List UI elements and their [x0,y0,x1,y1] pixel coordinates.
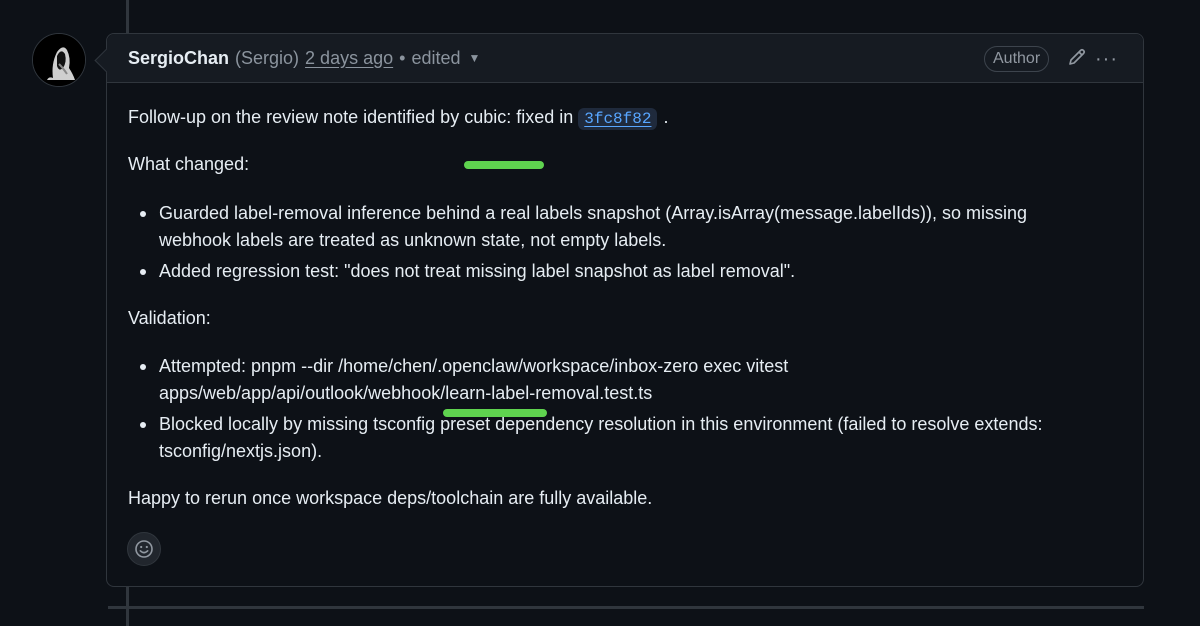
separator-dot: • [399,47,406,68]
list-item: Attempted: pnpm --dir /home/chen/.opencl… [128,353,1042,380]
list-item-continuation: webhook labels are treated as unknown st… [128,227,1027,254]
changes-list: Guarded label-removal inference behind a… [128,200,1027,285]
list-item: Guarded label-removal inference behind a… [128,200,1027,227]
what-changed-heading: What changed: [128,154,250,174]
avatar[interactable] [32,33,86,87]
list-item-text: webhook labels are treated as unknown st… [159,230,667,250]
edited-dropdown[interactable]: edited [411,48,460,69]
highlight-underline-mark [464,161,544,169]
validation-list: Attempted: pnpm --dir /home/chen/.opencl… [128,353,1042,465]
commit-link[interactable]: 3fc8f82 [578,108,658,130]
list-item-text: Added regression test: "does not treat m… [159,261,796,281]
closing-paragraph: Happy to rerun once workspace deps/toolc… [128,488,653,508]
comment-card: SergioChan (Sergio) 2 days ago • edited … [106,33,1144,587]
list-item: Added regression test: "does not treat m… [128,258,1027,285]
smiley-icon [135,540,153,558]
timeline-line [126,0,129,33]
timeline-divider [108,606,1144,609]
list-item-text: apps/web/app/api/outlook/webhook/learn-l… [159,383,653,403]
validation-heading: Validation: [128,308,211,328]
timestamp-link[interactable]: 2 days ago [305,48,393,69]
list-item-text: Attempted: pnpm --dir /home/chen/.opencl… [159,356,789,376]
intro-paragraph: Follow-up on the review note identified … [128,104,668,133]
author-name-link[interactable]: SergioChan [128,48,229,69]
chevron-down-icon[interactable]: ▼ [468,51,480,65]
list-item-text: Blocked locally by missing tsconfig pres… [159,414,1043,434]
intro-text: Follow-up on the review note identified … [128,107,579,127]
add-reaction-button[interactable] [127,532,161,566]
pencil-icon[interactable] [1067,47,1087,72]
intro-end: . [663,107,669,127]
author-full-name: (Sergio) [235,47,300,68]
list-item-continuation: apps/web/app/api/outlook/webhook/learn-l… [128,380,1042,407]
list-item: Blocked locally by missing tsconfig pres… [128,411,1042,438]
avatar-image [33,34,85,86]
list-item-text: Guarded label-removal inference behind a… [159,203,1028,223]
list-item-continuation: tsconfig/nextjs.json). [128,438,1042,465]
comment-header: SergioChan (Sergio) 2 days ago • edited … [107,34,1143,83]
highlight-underline-mark [443,409,547,417]
more-options-icon[interactable]: ··· [1095,48,1118,71]
list-item-text: tsconfig/nextjs.json). [159,441,323,461]
author-badge: Author [984,46,1050,72]
